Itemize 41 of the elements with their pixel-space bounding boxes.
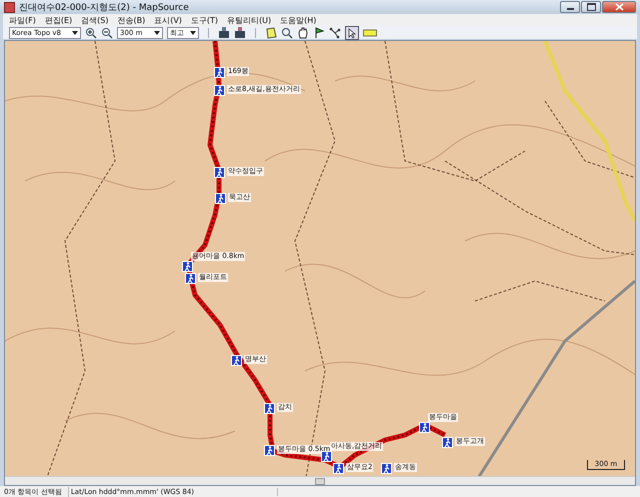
hiker-icon[interactable] xyxy=(442,437,453,448)
device-send-icon[interactable] xyxy=(234,27,246,38)
dropdown-arrow-icon xyxy=(190,30,196,34)
hiker-icon[interactable] xyxy=(381,463,392,474)
hiker-icon[interactable] xyxy=(419,422,430,433)
menu-item[interactable]: 도움말(H) xyxy=(280,14,316,26)
hiker-icon[interactable] xyxy=(333,463,344,474)
dropdown-arrow-icon xyxy=(154,30,160,34)
hiker-icon[interactable] xyxy=(231,355,242,366)
menu-item[interactable]: 유틸리티(U) xyxy=(227,14,272,26)
hiker-icon[interactable] xyxy=(185,273,196,284)
hiker-icon[interactable] xyxy=(214,67,225,78)
hiker-icon[interactable] xyxy=(215,193,226,204)
dropdown-arrow-icon xyxy=(72,30,78,34)
flag-icon[interactable] xyxy=(313,26,325,38)
window-title: 진대여수02-000-지형도(2) - MapSource xyxy=(19,2,190,14)
menu-item[interactable]: 검색(S) xyxy=(81,14,108,26)
zoom-in-icon[interactable] xyxy=(85,26,97,38)
menu-item[interactable]: 전송(B) xyxy=(117,14,146,26)
close-icon xyxy=(614,3,624,11)
select-tool-icon[interactable] xyxy=(345,26,359,40)
hiker-icon[interactable] xyxy=(264,403,275,414)
menu-item[interactable]: 도구(T) xyxy=(190,14,218,26)
hiker-icon[interactable] xyxy=(182,261,193,272)
zoom-tool-icon[interactable] xyxy=(281,26,293,38)
map-app-icon xyxy=(4,2,15,12)
menu-item[interactable]: 편집(E) xyxy=(44,14,72,26)
route-tool-icon[interactable] xyxy=(329,26,341,38)
maximize-button[interactable] xyxy=(581,1,601,13)
minimize-button[interactable] xyxy=(560,1,580,13)
menu-item[interactable]: 표시(V) xyxy=(154,14,182,26)
hiker-icon[interactable] xyxy=(214,85,225,96)
ruler-icon[interactable] xyxy=(363,28,377,36)
hiker-icon[interactable] xyxy=(321,451,332,462)
hand-icon[interactable] xyxy=(297,26,309,38)
zoom-out-icon[interactable] xyxy=(101,26,113,38)
close-button[interactable] xyxy=(602,1,636,13)
menu-item[interactable]: 파일(F) xyxy=(9,14,36,26)
hiker-icon[interactable] xyxy=(264,445,275,456)
hiker-icon[interactable] xyxy=(214,167,225,178)
device-receive-icon[interactable] xyxy=(218,27,230,38)
